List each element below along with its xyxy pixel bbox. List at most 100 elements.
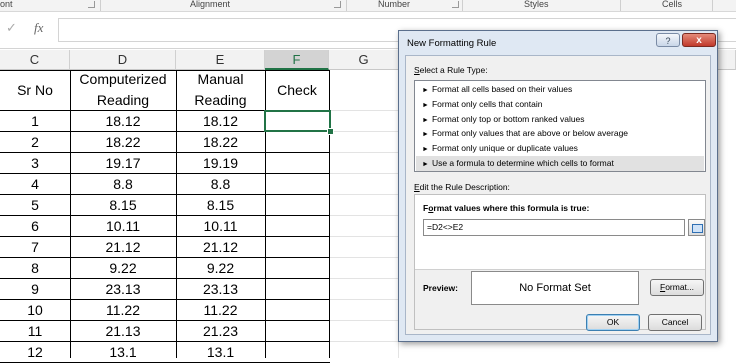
format-button[interactable]: Format... [650, 279, 704, 296]
gridline [329, 341, 399, 342]
header-manual-reading[interactable]: Manual Reading [176, 70, 265, 110]
edit-rule-description-label: Edit the Rule Description: [414, 182, 510, 192]
column-header-d[interactable]: D [70, 50, 176, 70]
manual-reading-cell[interactable]: 9.22 [176, 257, 265, 278]
manual-reading-cell[interactable]: 8.8 [176, 173, 265, 194]
ribbon-separator [712, 0, 713, 11]
header-sr-no[interactable]: Sr No [0, 70, 70, 110]
arrow-right-icon: ► [422, 116, 429, 124]
help-button[interactable]: ? [656, 33, 680, 47]
enter-check-icon[interactable]: ✓ [6, 20, 17, 36]
column-header-f[interactable]: F [265, 50, 329, 70]
sr-no-cell[interactable]: 3 [0, 152, 70, 173]
sr-no-cell[interactable]: 9 [0, 278, 70, 299]
computerized-reading-cell[interactable]: 21.12 [70, 236, 176, 257]
gridline [329, 278, 399, 279]
column-header-g[interactable]: G [329, 50, 399, 70]
header-check[interactable]: Check [265, 70, 329, 110]
sr-no-cell[interactable]: 12 [0, 341, 70, 362]
manual-reading-cell[interactable]: 10.11 [176, 215, 265, 236]
cancel-button[interactable]: Cancel [648, 314, 702, 331]
dialog-title: New Formatting Rule [407, 38, 497, 49]
manual-reading-cell[interactable]: 8.15 [176, 194, 265, 215]
check-cell[interactable] [265, 299, 329, 320]
gridline [329, 152, 399, 153]
format-preview: No Format Set [471, 271, 639, 305]
rule-type-list[interactable]: ► Format all cells based on their values ►… [414, 80, 706, 172]
computerized-reading-cell[interactable]: 11.22 [70, 299, 176, 320]
computerized-reading-cell[interactable]: 8.8 [70, 173, 176, 194]
sr-no-cell[interactable]: 10 [0, 299, 70, 320]
check-cell[interactable] [265, 341, 329, 362]
check-cell[interactable] [265, 236, 329, 257]
column-header-e[interactable]: E [176, 50, 265, 70]
rule-type-item[interactable]: ► Format only cells that contain [416, 97, 704, 112]
manual-reading-cell[interactable]: 21.12 [176, 236, 265, 257]
sr-no-cell[interactable]: 7 [0, 236, 70, 257]
computerized-reading-cell[interactable]: 19.17 [70, 152, 176, 173]
number-launcher-icon[interactable] [452, 1, 459, 8]
computerized-reading-cell[interactable]: 9.22 [70, 257, 176, 278]
column-header-c[interactable]: C [0, 50, 70, 70]
computerized-reading-cell[interactable]: 18.12 [70, 110, 176, 131]
check-cell[interactable] [265, 194, 329, 215]
gridline [329, 236, 399, 237]
dialog-body: Select a Rule Type: ► Format all cells ba… [405, 55, 711, 335]
ribbon-group-labels: ont Alignment Number Styles Cells [0, 0, 736, 12]
rule-type-item[interactable]: ► Format only values that are above or be… [416, 126, 704, 141]
computerized-reading-cell[interactable]: 21.13 [70, 320, 176, 341]
fill-handle[interactable] [327, 128, 334, 135]
sr-no-cell[interactable]: 4 [0, 173, 70, 194]
arrow-right-icon: ► [422, 161, 429, 168]
alignment-launcher-icon[interactable] [334, 1, 341, 8]
manual-reading-cell[interactable]: 21.23 [176, 320, 265, 341]
arrow-right-icon: ► [422, 146, 429, 154]
sr-no-cell[interactable]: 6 [0, 215, 70, 236]
manual-reading-cell[interactable]: 11.22 [176, 299, 265, 320]
rule-type-label: Format only cells that contain [431, 98, 543, 109]
ribbon-group-cells: Cells [662, 0, 683, 9]
check-cell[interactable] [265, 152, 329, 173]
sr-no-cell[interactable]: 2 [0, 131, 70, 152]
header-computerized-reading[interactable]: Computerized Reading [70, 70, 176, 110]
sr-no-cell[interactable]: 11 [0, 320, 70, 341]
computerized-reading-cell[interactable]: 8.15 [70, 194, 176, 215]
ribbon-group-number: Number [378, 0, 411, 9]
collapse-dialog-icon[interactable] [688, 219, 705, 236]
gridline [329, 215, 399, 216]
manual-reading-cell[interactable]: 19.19 [176, 152, 265, 173]
check-cell[interactable] [265, 215, 329, 236]
ok-button[interactable]: OK [586, 314, 640, 331]
close-button[interactable]: x [682, 33, 716, 47]
computerized-reading-cell[interactable]: 18.22 [70, 131, 176, 152]
sr-no-cell[interactable]: 1 [0, 110, 70, 131]
rule-type-label: Format only unique or duplicate values [431, 143, 578, 154]
ribbon-group-font: ont [0, 0, 13, 9]
gridline [329, 173, 399, 174]
formula-input-field[interactable]: =D2<>E2 [423, 219, 685, 236]
manual-reading-cell[interactable]: 13.1 [176, 341, 265, 362]
check-cell[interactable] [265, 257, 329, 278]
manual-reading-cell[interactable]: 18.12 [176, 110, 265, 131]
active-cell-f2[interactable] [264, 110, 331, 132]
check-cell[interactable] [265, 278, 329, 299]
check-cell[interactable] [265, 131, 329, 152]
manual-reading-cell[interactable]: 23.13 [176, 278, 265, 299]
table-border [176, 70, 177, 358]
check-cell[interactable] [265, 320, 329, 341]
manual-reading-cell[interactable]: 18.22 [176, 131, 265, 152]
rule-type-item[interactable]: ► Format all cells based on their values [416, 82, 704, 97]
computerized-reading-cell[interactable]: 23.13 [70, 278, 176, 299]
font-launcher-icon[interactable] [88, 1, 95, 8]
rule-type-item[interactable]: ► Use a formula to determine which cells … [416, 156, 704, 171]
insert-function-icon[interactable]: fx [34, 20, 43, 36]
rule-type-item[interactable]: ► Format only unique or duplicate values [416, 141, 704, 156]
gridline [329, 110, 399, 111]
rule-type-item[interactable]: ► Format only top or bottom ranked values [416, 112, 704, 127]
computerized-reading-cell[interactable]: 10.11 [70, 215, 176, 236]
gridline [329, 320, 399, 321]
sr-no-cell[interactable]: 8 [0, 257, 70, 278]
sr-no-cell[interactable]: 5 [0, 194, 70, 215]
computerized-reading-cell[interactable]: 13.1 [70, 341, 176, 362]
check-cell[interactable] [265, 173, 329, 194]
